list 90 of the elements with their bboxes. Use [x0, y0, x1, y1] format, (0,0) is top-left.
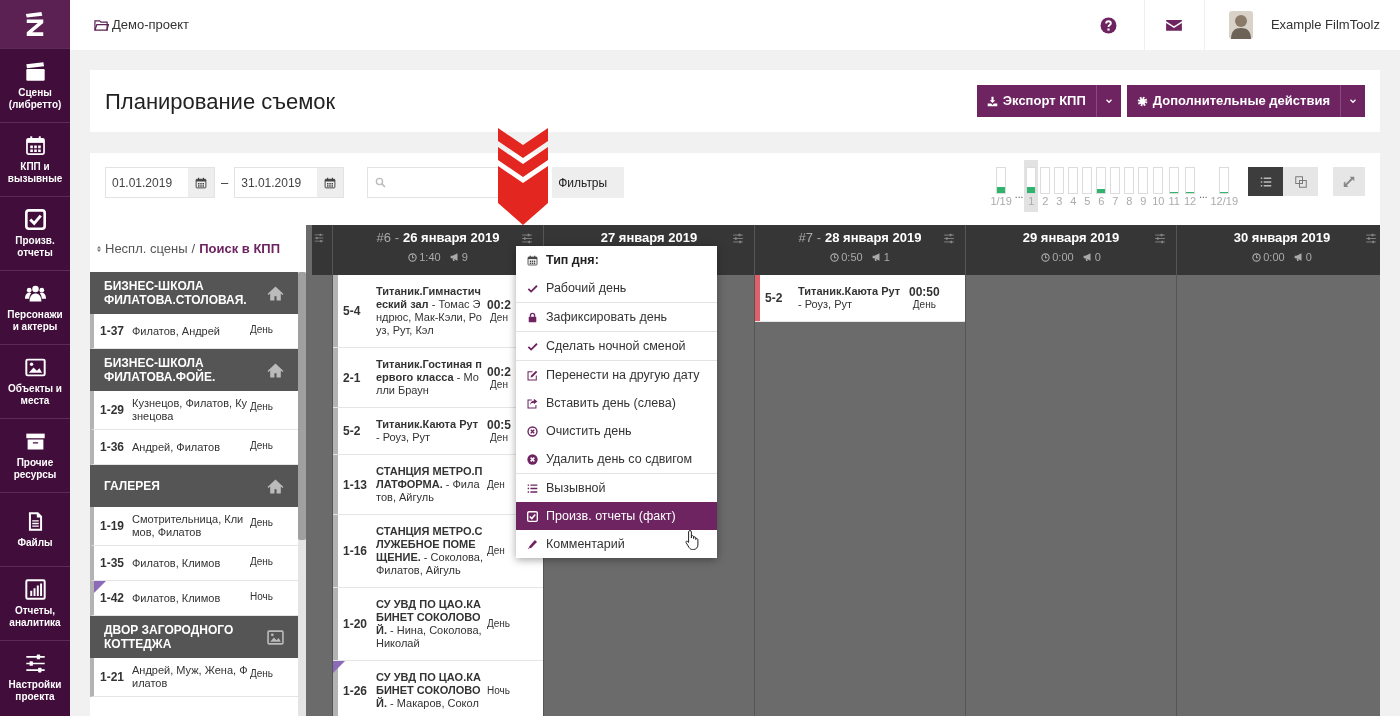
copy-icon: [1294, 175, 1307, 188]
house-icon: [267, 477, 284, 495]
breadcrumb-link[interactable]: Демо-проект: [94, 15, 190, 35]
clapperboard-icon: [24, 60, 46, 82]
menu-item[interactable]: Зафиксировать день: [516, 303, 717, 331]
scrollbar[interactable]: [298, 272, 306, 716]
calendar-icon: [527, 254, 538, 266]
megaphone-icon: [1082, 252, 1093, 263]
clock-icon: [830, 252, 840, 262]
day-header: #6 - 26 января 2019 1:40 9: [333, 225, 543, 275]
hand-cursor-icon: [685, 529, 701, 551]
megaphone-icon: [449, 252, 460, 263]
clock-icon: [1252, 252, 1262, 262]
day-header: #7 - 28 января 2019 0:50 1: [755, 225, 965, 275]
sliders-icon[interactable]: [314, 233, 324, 243]
page-title: Планирование съемок: [105, 87, 336, 116]
range-dash: –: [221, 173, 229, 192]
location-header: БИЗНЕС-ШКОЛА ФИЛАТОВА.СТОЛОВАЯ.: [90, 272, 298, 314]
list-icon: [527, 482, 538, 494]
sidebar-item[interactable]: Персонажи и актеры: [0, 270, 70, 344]
ellipsis: ...: [1199, 190, 1208, 200]
share-icon: [527, 397, 538, 409]
list-icon: [1259, 175, 1272, 188]
remove-icon: [527, 453, 538, 465]
image-icon: [267, 628, 284, 646]
sidebar-item[interactable]: Произв. отчеты: [0, 196, 70, 270]
scene-row[interactable]: 1-35 Филатов, Климов День: [90, 546, 298, 581]
sliders-icon: [24, 652, 46, 674]
search-icon: [375, 177, 387, 188]
menu-item[interactable]: Сделать ночной сменой: [516, 332, 717, 360]
sliders-icon[interactable]: [1154, 233, 1166, 244]
bar-chart-icon: [24, 578, 46, 600]
panel-link[interactable]: Поиск в КПП: [199, 238, 280, 259]
separator: /: [191, 239, 196, 258]
logo-icon[interactable]: [24, 12, 46, 36]
checkbox-icon: [24, 208, 46, 230]
clock-icon: [1041, 252, 1051, 262]
calendar-icon: [24, 134, 46, 156]
download-icon: [986, 95, 998, 107]
sidebar-item[interactable]: КПП и вызывные: [0, 122, 70, 196]
image-icon: [24, 356, 46, 378]
view-toggle[interactable]: [1248, 167, 1283, 196]
sidebar-item[interactable]: Отчеты, аналитика: [0, 566, 70, 640]
sidebar-item[interactable]: Сцены (либретто): [0, 48, 70, 122]
sidebar-item[interactable]: Настройки проекта: [0, 640, 70, 714]
sliders-icon[interactable]: [943, 233, 955, 244]
location-header: ГАЛЕРЕЯ: [90, 465, 298, 507]
edit-icon: [527, 369, 538, 381]
action-button[interactable]: Дополнительные действия: [1126, 85, 1341, 117]
house-icon: [267, 361, 284, 379]
panel-tab[interactable]: Неспл. сцены: [105, 238, 188, 259]
scene-row[interactable]: 1-42 Филатов, Климов Ночь: [90, 581, 298, 616]
location-header: БИЗНЕС-ШКОЛА ФИЛАТОВА.ФОЙЕ.: [90, 349, 298, 391]
clear-icon: [527, 425, 538, 437]
folder-icon: [94, 17, 109, 33]
scene-card[interactable]: 5-2 Титаник.Каюта Рут - Роуз, Рут 00:50 День: [755, 275, 965, 322]
day-header: 29 января 2019 0:00 0: [966, 225, 1176, 275]
checkbox-icon: [527, 510, 538, 522]
sliders-icon[interactable]: [1365, 233, 1377, 244]
scene-row[interactable]: 1-37 Филатов, Андрей День: [90, 314, 298, 349]
action-button[interactable]: Экспорт КПП: [976, 85, 1097, 117]
view-toggle[interactable]: [1283, 167, 1318, 196]
sidebar-item[interactable]: Файлы: [0, 492, 70, 566]
megaphone-icon: [1293, 252, 1304, 263]
avatar[interactable]: [1228, 11, 1253, 39]
night-marker: [333, 661, 345, 673]
expand-button[interactable]: [1333, 167, 1365, 196]
scene-card[interactable]: 1-26 СУ УВД ПО ЦАО.КАБИНЕТ СОКОЛОВОЙ. - Макаров, Сокол Ночь: [333, 661, 543, 716]
sidebar-item[interactable]: Объекты и места: [0, 344, 70, 418]
clock-icon: [408, 252, 418, 262]
scene-row[interactable]: 1-36 Андрей, Филатов День: [90, 430, 298, 465]
sliders-icon[interactable]: [521, 233, 533, 244]
check-icon: [527, 340, 538, 352]
filters-button[interactable]: Фильтры: [552, 167, 625, 198]
user-name[interactable]: Example FilmToolz: [1270, 15, 1380, 35]
location-header: ДВОР ЗАГОРОДНОГО КОТТЕДЖА: [90, 616, 298, 658]
settings-icon: [1136, 95, 1148, 107]
expand-icon: [1343, 175, 1355, 188]
help-icon[interactable]: [1100, 16, 1118, 34]
sliders-icon[interactable]: [732, 233, 744, 244]
megaphone-icon: [871, 252, 882, 263]
check-icon: [527, 282, 538, 294]
house-icon: [267, 284, 284, 302]
sidebar-item[interactable]: Прочие ресурсы: [0, 418, 70, 492]
ellipsis: ...: [1014, 190, 1024, 200]
menu-item[interactable]: Произв. отчеты (факт): [516, 502, 717, 530]
day-header: 30 января 2019 0:00 0: [1177, 225, 1380, 275]
lock-icon: [527, 311, 538, 323]
search-field[interactable]: [367, 167, 502, 198]
pencil-icon: [527, 538, 538, 550]
